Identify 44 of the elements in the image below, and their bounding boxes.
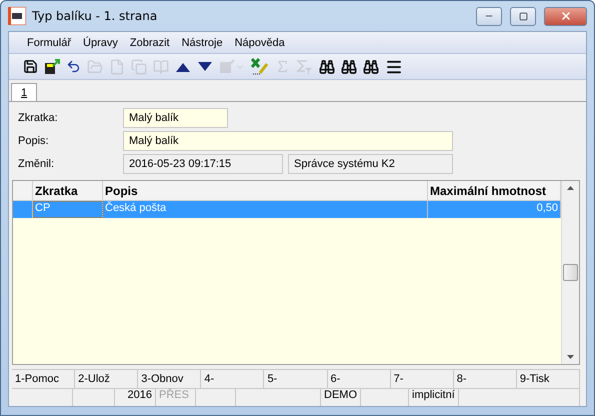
menu-item[interactable]: Nápověda (230, 36, 289, 48)
close-button[interactable] (544, 6, 587, 26)
down-arrow-icon[interactable] (197, 60, 213, 72)
scroll-thumb[interactable] (563, 264, 578, 281)
status-text: DEMO (321, 389, 361, 406)
table-cell: 0,50 (428, 201, 561, 218)
menu-item[interactable]: Nástroje (178, 36, 227, 48)
tab[interactable]: 1 (11, 83, 38, 101)
close-icon (560, 10, 572, 22)
table-cell: Česká pošta (103, 201, 428, 218)
scroll-up-icon[interactable] (567, 186, 574, 190)
menu-item[interactable]: Zobrazit (126, 36, 174, 48)
menu-item[interactable]: Formulář (23, 36, 76, 48)
up-arrow-icon[interactable] (175, 60, 191, 72)
scrollbar[interactable] (561, 181, 579, 364)
field-label: Zkratka: (18, 112, 59, 124)
binoculars-icon[interactable] (363, 58, 379, 74)
row-header-corner (13, 181, 33, 201)
column-header[interactable]: Zkratka (33, 181, 103, 201)
binoculars-icon[interactable] (341, 58, 357, 74)
field-label: Popis: (18, 135, 50, 147)
field-label: Změnil: (18, 158, 56, 170)
minimize-button[interactable] (476, 6, 502, 26)
maximize-icon (518, 12, 528, 20)
maximize-button[interactable] (510, 6, 536, 26)
input-field[interactable]: Malý balík (123, 131, 453, 151)
readonly-field: 2016-05-23 09:17:15 (123, 154, 283, 174)
column-header[interactable]: Popis (103, 181, 428, 201)
column-header[interactable]: Maximální hmotnost (428, 181, 561, 201)
undo-icon[interactable] (66, 59, 81, 74)
scroll-down-icon[interactable] (567, 355, 574, 359)
spreadsheet-pen-icon[interactable] (251, 58, 269, 76)
input-field[interactable]: Malý balík (123, 108, 228, 128)
status-text: 2016 (115, 389, 156, 406)
readonly-field: Správce systému K2 (288, 154, 453, 174)
save-icon[interactable] (23, 59, 38, 74)
status-text: PŘES (156, 389, 196, 406)
table-cell: CP (33, 201, 103, 218)
save-arrow-icon[interactable] (44, 58, 60, 74)
app-logo-icon (8, 7, 26, 25)
window-title: Typ balíku - 1. strana (32, 9, 158, 23)
binoculars-icon[interactable] (319, 58, 335, 74)
menu-item[interactable]: Úpravy (79, 36, 122, 48)
status-text: implicitní (409, 389, 459, 406)
